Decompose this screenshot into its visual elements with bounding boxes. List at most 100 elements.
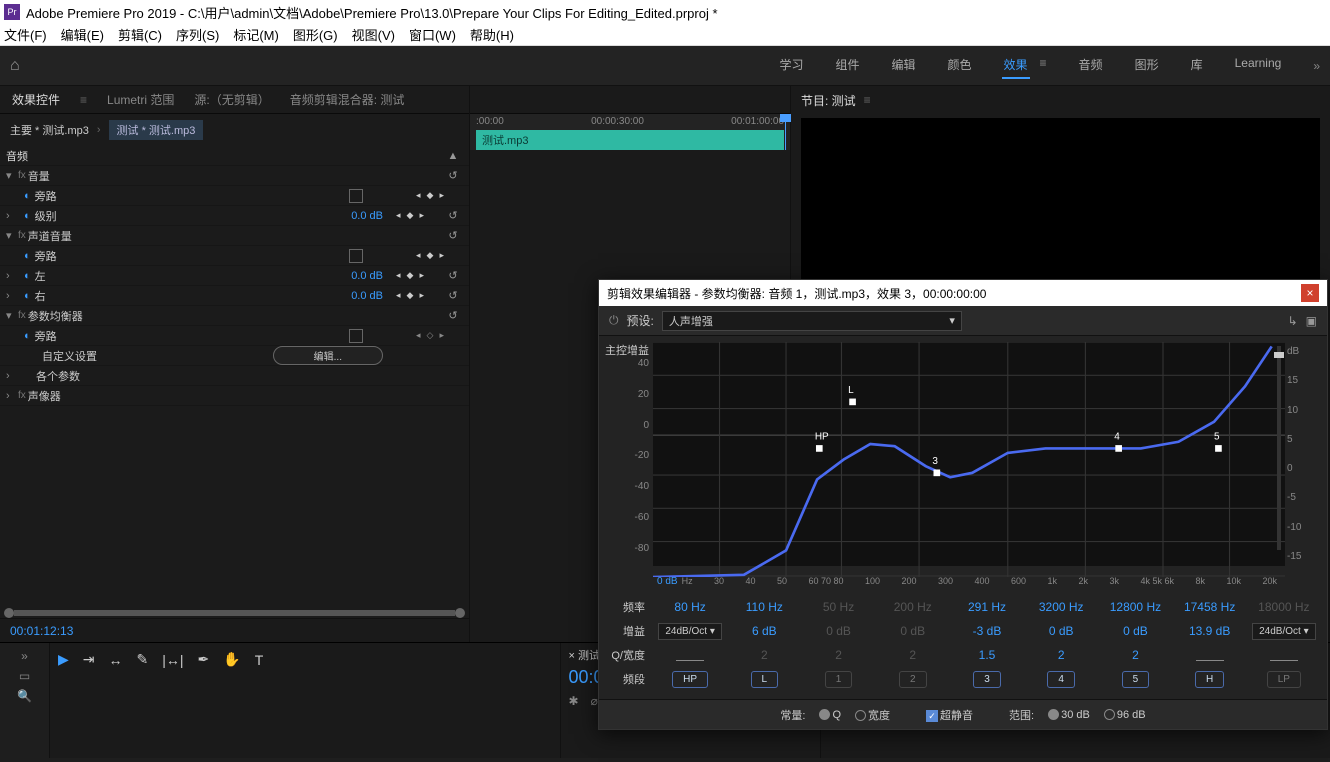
bypass-checkbox[interactable]	[349, 189, 363, 203]
menu-view[interactable]: 视图(V)	[352, 25, 395, 44]
keyframe-nav[interactable]: ◂◆▸	[383, 270, 443, 281]
workspace-overflow-icon[interactable]: »	[1313, 59, 1320, 73]
band-value[interactable]: 18000 Hz	[1247, 600, 1321, 614]
stopwatch-icon[interactable]: ◐	[24, 210, 31, 222]
band-value[interactable]: 2	[1024, 648, 1098, 662]
radio-width[interactable]: 宽度	[855, 707, 890, 723]
slope-select[interactable]: 24dB/Oct ▾	[1252, 623, 1316, 640]
fx-channel-left-val[interactable]: 0.0 dB	[323, 270, 383, 282]
eq-point-L[interactable]	[849, 399, 856, 406]
reset-icon[interactable]: ↺	[443, 229, 463, 242]
fx-channel-right-val[interactable]: 0.0 dB	[323, 290, 383, 302]
fx-parameq-bypass[interactable]: 旁路	[35, 328, 349, 344]
ws-effects-menu-icon[interactable]: ≡	[1038, 52, 1049, 79]
stopwatch-icon[interactable]: ◐	[24, 330, 31, 342]
band-button-1[interactable]: 1	[825, 671, 853, 688]
ripple-tool-icon[interactable]: ↔	[109, 652, 123, 668]
band-value[interactable]: 17458 Hz	[1173, 600, 1247, 614]
keyframe-nav[interactable]: ◂◆▸	[403, 190, 463, 201]
band-button-4[interactable]: 4	[1047, 671, 1075, 688]
band-value[interactable]: 6 dB	[727, 624, 801, 638]
menu-sequence[interactable]: 序列(S)	[176, 25, 219, 44]
band-value[interactable]: 2	[1098, 648, 1172, 662]
panel-menu-icon[interactable]: ≡	[864, 93, 871, 107]
band-button-5[interactable]: 5	[1122, 671, 1150, 688]
keyframe-nav[interactable]: ◂◆▸	[383, 210, 443, 221]
band-value[interactable]: 3200 Hz	[1024, 600, 1098, 614]
eq-point-3[interactable]	[933, 470, 940, 477]
fx-volume-bypass[interactable]: 旁路	[35, 188, 349, 204]
eq-point-5[interactable]	[1215, 445, 1222, 452]
fx-scrollbar[interactable]	[0, 608, 469, 618]
ws-color[interactable]: 颜色	[946, 52, 974, 79]
keyframe-nav[interactable]: ◂◆▸	[403, 250, 463, 261]
band-value[interactable]: 50 Hz	[801, 600, 875, 614]
fx-param-eq[interactable]: 参数均衡器	[28, 308, 443, 324]
breadcrumb-parent[interactable]: 主要 * 测试.mp3	[10, 122, 89, 138]
band-button-l[interactable]: L	[751, 671, 779, 688]
tab-effect-controls[interactable]: 效果控件	[12, 91, 60, 108]
fx-parameq-params[interactable]: 各个参数	[36, 368, 463, 384]
shelf-shape-icon[interactable]	[653, 647, 727, 664]
tab-menu-icon[interactable]: ≡	[80, 93, 87, 107]
band-value[interactable]: 110 Hz	[727, 600, 801, 614]
ws-effects[interactable]: 效果	[1002, 52, 1030, 79]
menu-window[interactable]: 窗口(W)	[409, 25, 456, 44]
ws-audio[interactable]: 音频	[1077, 52, 1105, 79]
fx-volume-level-val[interactable]: 0.0 dB	[323, 210, 383, 222]
band-value[interactable]: 12800 Hz	[1098, 600, 1172, 614]
band-value[interactable]: 2	[801, 648, 875, 662]
fx-channel-right[interactable]: 右	[35, 288, 323, 304]
menu-marker[interactable]: 标记(M)	[233, 25, 279, 44]
keyframe-nav[interactable]: ◂◆▸	[383, 290, 443, 301]
timeline-ruler[interactable]: :00:00 00:00:30:00 00:01:00:00	[470, 114, 790, 130]
chevron-right-icon[interactable]: ›	[6, 390, 18, 402]
slope-select[interactable]: 24dB/Oct ▾	[658, 623, 722, 640]
fx-volume-level[interactable]: 级别	[35, 208, 323, 224]
stopwatch-icon[interactable]: ◐	[24, 190, 31, 202]
fx-channel-volume[interactable]: 声道音量	[28, 228, 443, 244]
menu-file[interactable]: 文件(F)	[4, 25, 47, 44]
search-icon[interactable]: 🔍	[17, 689, 32, 703]
band-value[interactable]: 2	[876, 648, 950, 662]
band-value[interactable]: 0 dB	[801, 624, 875, 638]
chevron-down-icon[interactable]: ▾	[6, 309, 18, 322]
razor-tool-icon[interactable]: ✎	[137, 651, 149, 668]
reset-icon[interactable]: ↺	[443, 209, 463, 222]
ws-editing[interactable]: 编辑	[889, 52, 917, 79]
reset-icon[interactable]: ↺	[443, 169, 463, 182]
sequence-tab[interactable]: × 测试	[569, 650, 600, 662]
tab-audio-clip-mixer[interactable]: 音频剪辑混合器: 测试	[290, 91, 405, 108]
playhead-icon[interactable]	[785, 114, 786, 150]
shelf-shape-icon[interactable]	[1173, 647, 1247, 664]
band-value[interactable]: 80 Hz	[653, 600, 727, 614]
menu-edit[interactable]: 编辑(E)	[61, 25, 104, 44]
ws-graphics[interactable]: 图形	[1133, 52, 1161, 79]
chevron-down-icon[interactable]: ▾	[6, 169, 18, 182]
program-title[interactable]: 节目: 测试	[801, 92, 856, 109]
band-value[interactable]: -3 dB	[950, 624, 1024, 638]
slip-tool-icon[interactable]: |↔|	[162, 652, 183, 668]
chevron-right-icon[interactable]: ›	[6, 270, 18, 282]
preset-dropdown[interactable]: 人声增强 ▾	[662, 311, 962, 331]
bypass-checkbox[interactable]	[349, 249, 363, 263]
band-value[interactable]: 1.5	[950, 648, 1024, 662]
chevron-down-icon[interactable]: ▾	[6, 229, 18, 242]
project-view-icon[interactable]: ▭	[19, 669, 30, 683]
eq-graph[interactable]: HPL345	[653, 342, 1285, 566]
reset-icon[interactable]: ↺	[443, 309, 463, 322]
band-button-h[interactable]: H	[1195, 671, 1224, 688]
chevron-right-icon[interactable]: ›	[6, 290, 18, 302]
overflow-icon[interactable]: »	[21, 649, 28, 663]
selection-tool-icon[interactable]: ▶	[58, 651, 69, 668]
band-button-2[interactable]: 2	[899, 671, 927, 688]
pen-tool-icon[interactable]: ✒	[198, 651, 210, 668]
home-icon[interactable]: ⌂	[10, 57, 20, 75]
menu-clip[interactable]: 剪辑(C)	[118, 25, 162, 44]
stopwatch-icon[interactable]: ◐	[24, 250, 31, 262]
route-icon[interactable]: ↳	[1288, 314, 1298, 328]
close-panel-icon[interactable]: ▣	[1306, 314, 1317, 328]
band-value[interactable]: 0 dB	[876, 624, 950, 638]
radio-30db[interactable]: 30 dB	[1048, 709, 1090, 721]
power-icon[interactable]: ⏻	[609, 313, 619, 328]
